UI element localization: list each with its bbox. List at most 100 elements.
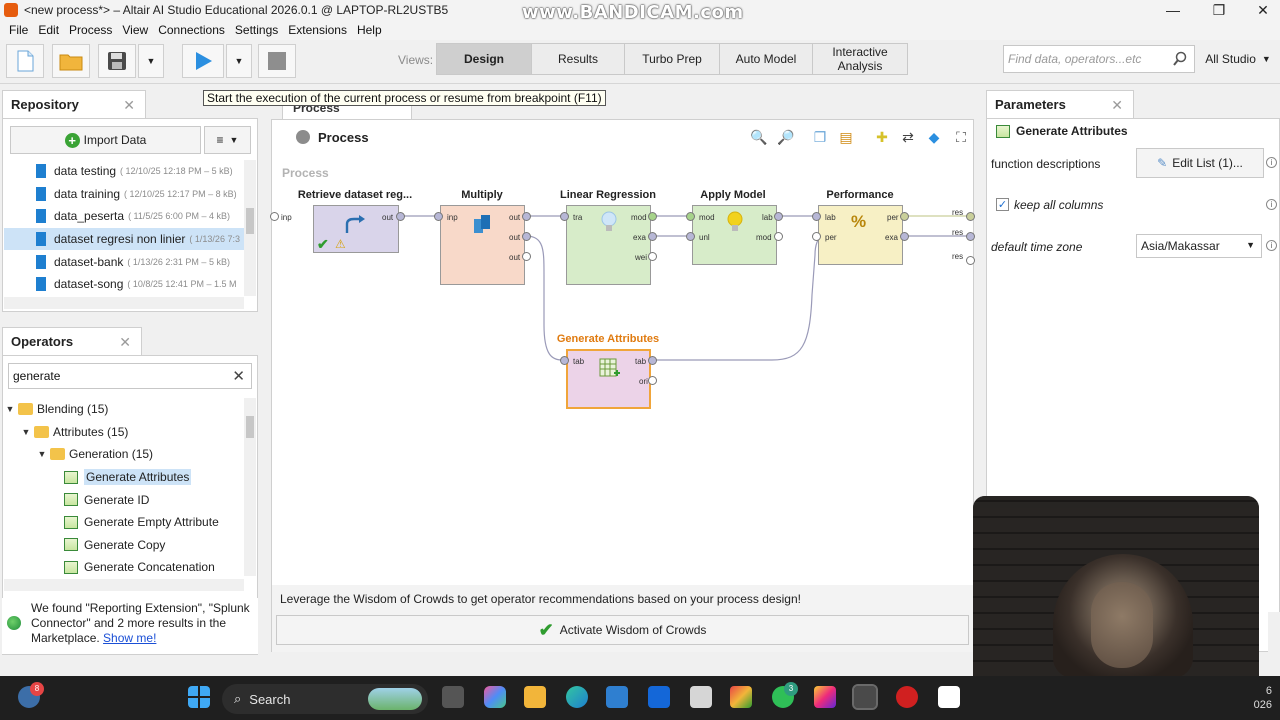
input-port[interactable] xyxy=(686,232,695,241)
operator-performance[interactable]: lab per per exa % xyxy=(818,205,903,265)
taskbar-search[interactable]: ⌕ Search xyxy=(222,684,428,714)
menu-extensions[interactable]: Extensions xyxy=(283,23,352,37)
operator-apply-model[interactable]: mod unl lab mod xyxy=(692,205,777,265)
output-port[interactable] xyxy=(900,232,909,241)
input-port[interactable] xyxy=(812,212,821,221)
expand-arrow-icon[interactable]: ▼ xyxy=(20,427,32,437)
menu-help[interactable]: Help xyxy=(352,23,387,37)
output-port[interactable] xyxy=(648,232,657,241)
minimize-button[interactable]: — xyxy=(1150,0,1196,20)
activate-wisdom-button[interactable]: ✔ Activate Wisdom of Crowds xyxy=(276,615,969,645)
repository-item[interactable]: data_peserta( 11/5/25 6:00 PM – 4 kB) xyxy=(4,205,244,228)
run-dropdown-button[interactable]: ▼ xyxy=(226,44,252,78)
output-port[interactable] xyxy=(522,212,531,221)
output-port[interactable] xyxy=(648,252,657,261)
store-icon[interactable] xyxy=(606,686,628,708)
input-port[interactable] xyxy=(434,212,443,221)
info-icon[interactable]: i xyxy=(1266,199,1277,210)
output-port[interactable] xyxy=(648,376,657,385)
operator-linear-regression[interactable]: tra mod exa wei xyxy=(566,205,651,285)
operator-search-input[interactable] xyxy=(13,369,233,383)
view-tab-interactive-analysis[interactable]: Interactive Analysis xyxy=(812,43,908,75)
output-port[interactable] xyxy=(522,252,531,261)
repository-item-selected[interactable]: dataset regresi non linier( 1/13/26 7:3 xyxy=(4,227,244,251)
global-search-field[interactable] xyxy=(1003,45,1195,73)
expand-arrow-icon[interactable]: ▼ xyxy=(4,404,16,414)
parameters-panel-tab[interactable]: Parameters ✕ xyxy=(986,90,1134,118)
zoom-out-icon[interactable]: 🔎 xyxy=(777,129,794,145)
paste-icon[interactable]: ▤ xyxy=(838,129,854,145)
result-port[interactable] xyxy=(966,212,975,221)
result-port[interactable] xyxy=(966,256,975,265)
scrollbar-thumb[interactable] xyxy=(246,416,254,438)
repository-item[interactable]: dataset-bank( 1/13/26 2:31 PM – 5 kB) xyxy=(4,250,244,273)
output-port[interactable] xyxy=(396,212,405,221)
operator-search-field[interactable]: ✕ xyxy=(8,363,252,389)
arrange-icon[interactable]: ◆ xyxy=(926,129,942,145)
bandicam-icon[interactable] xyxy=(896,686,918,708)
process-input-port[interactable] xyxy=(270,212,279,221)
operators-horizontal-scrollbar[interactable] xyxy=(4,579,244,591)
instagram-icon[interactable] xyxy=(814,686,836,708)
save-process-button[interactable] xyxy=(98,44,136,78)
new-process-button[interactable] xyxy=(6,44,44,78)
copilot-icon[interactable] xyxy=(484,686,506,708)
input-port[interactable] xyxy=(686,212,695,221)
expand-arrow-icon[interactable]: ▼ xyxy=(36,449,48,459)
info-icon[interactable]: i xyxy=(1266,157,1277,168)
stop-process-button[interactable] xyxy=(258,44,296,78)
global-search-input[interactable] xyxy=(1008,52,1168,66)
edit-list-button[interactable]: ✎ Edit List (1)... xyxy=(1136,148,1264,178)
input-port[interactable] xyxy=(812,232,821,241)
operators-panel-tab[interactable]: Operators ✕ xyxy=(2,327,142,355)
operators-vertical-scrollbar[interactable] xyxy=(244,398,256,576)
close-icon[interactable]: ✕ xyxy=(119,334,131,351)
import-data-button[interactable]: + Import Data xyxy=(10,126,201,154)
input-port[interactable] xyxy=(560,356,569,365)
output-port[interactable] xyxy=(774,232,783,241)
edge-icon[interactable] xyxy=(566,686,588,708)
scrollbar-thumb[interactable] xyxy=(246,208,254,234)
capcut-icon[interactable] xyxy=(938,686,960,708)
run-process-button[interactable] xyxy=(182,44,224,78)
view-tab-design[interactable]: Design xyxy=(436,43,532,75)
view-tab-auto-model[interactable]: Auto Model xyxy=(719,43,813,75)
zoom-in-icon[interactable]: 🔍 xyxy=(750,129,767,145)
app-icon[interactable] xyxy=(730,686,752,708)
windows-start-icon[interactable] xyxy=(188,686,210,708)
output-port[interactable] xyxy=(648,212,657,221)
add-note-icon[interactable]: ✚ xyxy=(874,129,890,145)
repository-menu-button[interactable]: ≡ ▼ xyxy=(204,126,251,154)
close-icon[interactable]: ✕ xyxy=(1111,97,1123,114)
altair-studio-task-icon[interactable] xyxy=(852,684,878,710)
repository-panel-tab[interactable]: Repository ✕ xyxy=(2,90,146,118)
output-port[interactable] xyxy=(522,232,531,241)
task-view-icon[interactable] xyxy=(442,686,464,708)
tree-operator-generate-empty-attribute[interactable]: Generate Empty Attribute xyxy=(4,511,242,534)
tree-operator-generate-attributes[interactable]: Generate Attributes xyxy=(4,466,242,489)
repository-horizontal-scrollbar[interactable] xyxy=(4,297,244,309)
repository-item[interactable]: data testing( 12/10/25 12:18 PM – 5 kB) xyxy=(4,160,244,183)
result-port[interactable] xyxy=(966,232,975,241)
fit-to-view-icon[interactable]: ⛶ xyxy=(953,129,969,145)
operator-generate-attributes[interactable]: tab tab ori xyxy=(566,349,651,409)
tree-folder-generation[interactable]: ▼ Generation (15) xyxy=(4,443,242,466)
menu-settings[interactable]: Settings xyxy=(230,23,283,37)
tree-folder-attributes[interactable]: ▼ Attributes (15) xyxy=(4,421,242,444)
repository-item[interactable]: data training( 12/10/25 12:17 PM – 8 kB) xyxy=(4,183,244,206)
copy-icon[interactable]: ❐ xyxy=(812,129,828,145)
tree-operator-generate-concatenation[interactable]: Generate Concatenation xyxy=(4,556,242,576)
output-port[interactable] xyxy=(648,356,657,365)
operator-retrieve[interactable]: ✔ ⚠ out xyxy=(313,205,399,253)
menu-edit[interactable]: Edit xyxy=(33,23,64,37)
operator-multiply[interactable]: inp out out out xyxy=(440,205,525,285)
search-icon[interactable] xyxy=(1172,51,1188,67)
info-icon[interactable]: i xyxy=(1266,240,1277,251)
clear-icon[interactable]: ✕ xyxy=(232,367,245,385)
view-tab-turbo-prep[interactable]: Turbo Prep xyxy=(624,43,720,75)
auto-wire-icon[interactable]: ⇄ xyxy=(900,129,916,145)
dropbox-icon[interactable] xyxy=(648,686,670,708)
time-zone-select[interactable]: Asia/Makassar ▼ xyxy=(1136,234,1262,258)
view-tab-results[interactable]: Results xyxy=(531,43,625,75)
close-icon[interactable]: ✕ xyxy=(123,97,135,114)
